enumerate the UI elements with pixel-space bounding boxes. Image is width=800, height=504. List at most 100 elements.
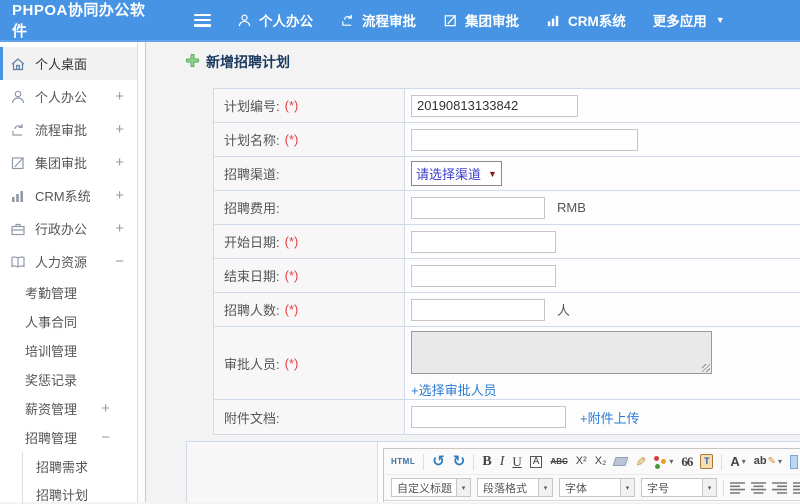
- sidebar-item-hr[interactable]: 人力资源 −: [0, 245, 137, 278]
- dropdown-caret-icon[interactable]: ▾: [538, 479, 552, 496]
- sidebar-item-group-approval[interactable]: 集团审批 +: [0, 146, 137, 179]
- nav-crm[interactable]: CRM系统: [546, 10, 626, 30]
- form-row-headcount: 招聘人数: (*) 人: [214, 293, 800, 327]
- sidebar-item-hr-contract[interactable]: 人事合同: [0, 307, 137, 336]
- form-row-plan-name: 计划名称: (*): [214, 123, 800, 157]
- caret-down-icon: ▼: [715, 15, 725, 25]
- recruit-plan-form: 计划编号: (*) 计划名称: (*) 招聘渠道: 请选择渠道 ▼: [213, 88, 800, 435]
- sidebar-item-crm[interactable]: CRM系统 +: [0, 179, 137, 212]
- strikethrough-button[interactable]: ABC: [550, 457, 567, 466]
- insert-image-icon[interactable]: [789, 454, 798, 469]
- format-painter-icon[interactable]: ✎: [633, 456, 648, 467]
- plan-name-input[interactable]: [411, 128, 638, 151]
- collapse-icon[interactable]: −: [115, 253, 124, 270]
- sidebar-item-recruit-plan[interactable]: 招聘计划: [23, 480, 137, 504]
- subscript-button[interactable]: X₂: [595, 456, 607, 467]
- sidebar-item-personal-office[interactable]: 个人办公 +: [0, 80, 137, 113]
- sidebar-item-attendance[interactable]: 考勤管理: [0, 278, 137, 307]
- dropdown-caret-icon[interactable]: ▾: [620, 479, 634, 496]
- end-date-input[interactable]: [411, 264, 556, 287]
- page-title: 新增招聘计划: [186, 52, 800, 72]
- form-row-end-date: 结束日期: (*): [214, 259, 800, 293]
- highlight-button[interactable]: ab ✎ ▾: [754, 456, 782, 467]
- align-justify-icon[interactable]: [793, 481, 800, 494]
- fee-input[interactable]: [411, 196, 545, 219]
- font-size-dropdown[interactable]: 字号 ▾: [641, 478, 717, 497]
- sidebar-item-rewards[interactable]: 奖惩记录: [0, 365, 137, 394]
- sidebar-item-admin-office[interactable]: 行政办公 +: [0, 212, 137, 245]
- sidebar-item-salary[interactable]: 薪资管理 +: [0, 394, 137, 423]
- person-icon: [10, 89, 26, 105]
- expand-icon[interactable]: +: [115, 121, 124, 138]
- expand-icon[interactable]: +: [115, 187, 124, 204]
- top-header: PHPOA协同办公软件 个人办公 流程审批 集团审批 CRM系统 更多应用 ▼: [0, 0, 800, 42]
- required-mark: (*): [284, 268, 299, 283]
- attachment-upload-link[interactable]: +附件上传: [580, 408, 640, 427]
- field-label: 结束日期:: [224, 269, 280, 284]
- fee-unit: RMB: [557, 200, 586, 215]
- editor-label-cell: [187, 442, 378, 502]
- font-color-button[interactable]: A ▾: [730, 455, 745, 468]
- custom-heading-dropdown[interactable]: 自定义标题 ▾: [391, 478, 471, 497]
- start-date-input[interactable]: [411, 230, 556, 253]
- paragraph-format-dropdown[interactable]: 段落格式 ▾: [477, 478, 553, 497]
- collapse-icon[interactable]: −: [101, 429, 110, 446]
- align-right-icon[interactable]: [772, 481, 787, 494]
- attachment-input[interactable]: [411, 406, 566, 428]
- sidebar-item-desktop[interactable]: 个人桌面: [0, 47, 137, 80]
- expand-icon[interactable]: +: [115, 220, 124, 237]
- redo-icon[interactable]: ↻: [453, 454, 466, 469]
- dropdown-caret-icon[interactable]: ▾: [456, 479, 470, 496]
- blockquote-button[interactable]: 66: [681, 455, 693, 468]
- paste-icon[interactable]: T: [700, 454, 714, 469]
- person-icon: [237, 13, 252, 28]
- plan-no-input[interactable]: [411, 94, 578, 117]
- headcount-unit: 人: [557, 303, 571, 318]
- nav-process-approval[interactable]: 流程审批: [340, 10, 416, 30]
- html-source-button[interactable]: HTML: [391, 457, 415, 466]
- underline-button[interactable]: U: [512, 455, 521, 468]
- undo-icon[interactable]: ↺: [432, 454, 445, 469]
- nav-group-approval[interactable]: 集团审批: [443, 10, 519, 30]
- required-mark: (*): [284, 234, 299, 249]
- sidebar-item-recruit-mgmt[interactable]: 招聘管理 −: [0, 423, 137, 452]
- sidebar-scrollbar[interactable]: [137, 42, 146, 502]
- dropdown-caret-icon[interactable]: ▾: [702, 479, 716, 496]
- editor-content-area[interactable]: [384, 501, 800, 502]
- briefcase-icon: [10, 221, 26, 237]
- color-palette-icon[interactable]: ▾: [654, 456, 673, 466]
- book-icon: [10, 254, 26, 270]
- sidebar-item-training[interactable]: 培训管理: [0, 336, 137, 365]
- align-left-icon[interactable]: [730, 481, 745, 494]
- bold-button[interactable]: B: [482, 454, 491, 469]
- editor-toolbar-row2: 自定义标题 ▾ 段落格式 ▾ 字体 ▾ 字号 ▾: [384, 475, 800, 501]
- edit-icon: [443, 13, 458, 28]
- sidebar-item-process-approval[interactable]: 流程审批 +: [0, 113, 137, 146]
- expand-icon[interactable]: +: [115, 154, 124, 171]
- app-logo: PHPOA协同办公软件: [12, 2, 146, 40]
- field-label: 审批人员:: [224, 356, 280, 372]
- sidebar-item-recruit-demand[interactable]: 招聘需求: [23, 452, 137, 480]
- font-family-dropdown[interactable]: 字体 ▾: [559, 478, 635, 497]
- field-label: 招聘费用:: [224, 201, 280, 216]
- superscript-button[interactable]: X²: [576, 456, 587, 467]
- headcount-input[interactable]: [411, 298, 545, 321]
- field-label: 计划编号:: [224, 99, 280, 114]
- add-plus-icon: [186, 54, 199, 70]
- align-center-icon[interactable]: [751, 481, 766, 494]
- approvers-textarea[interactable]: [411, 331, 712, 374]
- main-content: 新增招聘计划 计划编号: (*) 计划名称: (*) 招聘渠道: 请选择渠道 ▼: [146, 42, 800, 502]
- select-approvers-link[interactable]: +选择审批人员: [411, 380, 497, 399]
- font-border-button[interactable]: A: [529, 455, 543, 468]
- required-mark: (*): [284, 132, 299, 147]
- expand-icon[interactable]: +: [101, 400, 110, 417]
- nav-personal-office[interactable]: 个人办公: [237, 10, 313, 30]
- resize-grip[interactable]: [702, 364, 710, 372]
- expand-icon[interactable]: +: [115, 88, 124, 105]
- italic-button[interactable]: I: [500, 454, 505, 469]
- channel-select[interactable]: 请选择渠道 ▼: [411, 161, 502, 186]
- eraser-icon[interactable]: [612, 457, 629, 466]
- field-label: 计划名称:: [224, 133, 280, 148]
- nav-more-apps[interactable]: 更多应用 ▼: [653, 10, 725, 30]
- hamburger-menu-icon[interactable]: [194, 13, 211, 27]
